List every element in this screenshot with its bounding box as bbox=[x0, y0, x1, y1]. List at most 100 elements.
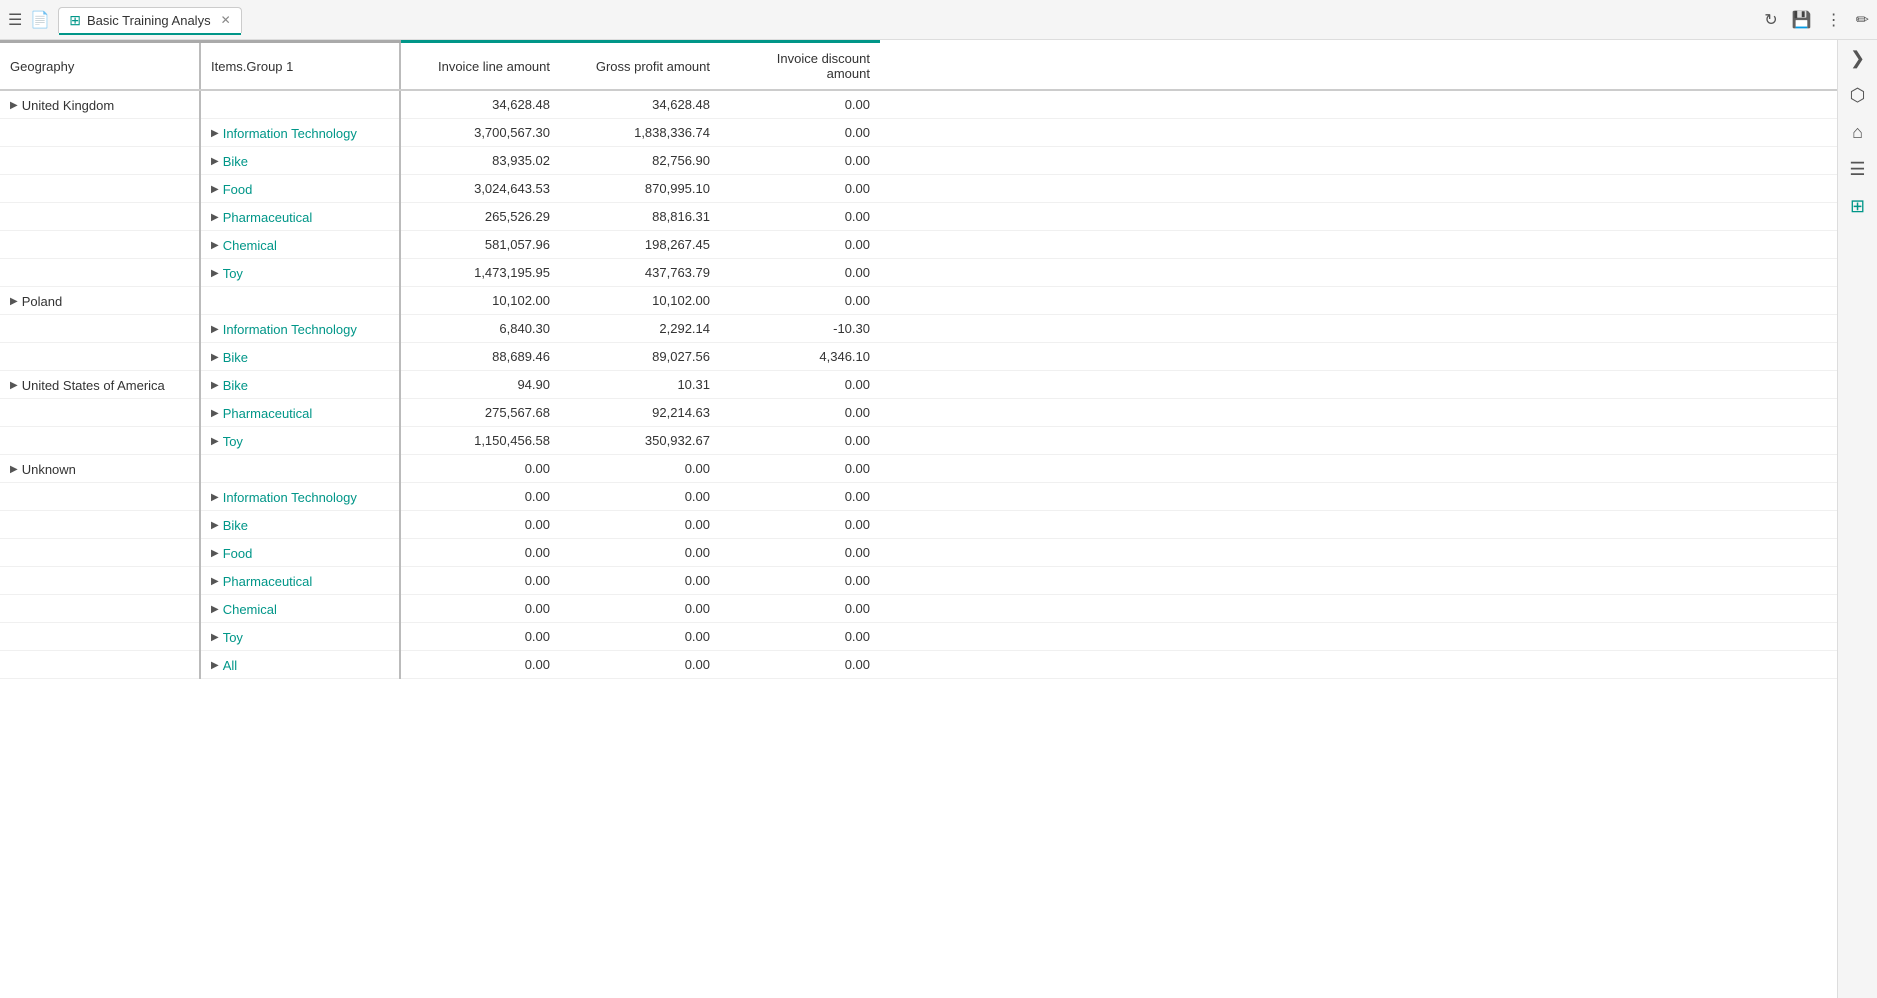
grp-label-link[interactable]: Information Technology bbox=[223, 322, 357, 337]
grp-label-link[interactable]: Information Technology bbox=[223, 126, 357, 141]
cell-empty bbox=[880, 539, 1837, 567]
cell-items-group[interactable]: ▶ Toy bbox=[200, 623, 400, 651]
grp-label-link[interactable]: Chemical bbox=[223, 238, 277, 253]
grp-label-link[interactable]: Toy bbox=[223, 266, 243, 281]
grp-label-link[interactable]: Bike bbox=[223, 378, 248, 393]
save-icon[interactable]: 💾 bbox=[1792, 10, 1812, 30]
grp-label-link[interactable]: All bbox=[223, 658, 237, 673]
topbar-right: ↻ 💾 ⋮ ✏ bbox=[1764, 10, 1869, 30]
grp-expand-btn[interactable]: ▶ Bike bbox=[211, 518, 248, 533]
grp-label-link[interactable]: Bike bbox=[223, 350, 248, 365]
grp-label-link[interactable]: Pharmaceutical bbox=[223, 406, 313, 421]
cell-invoice-line: 1,150,456.58 bbox=[400, 427, 560, 455]
cell-invoice-discount: 0.00 bbox=[720, 203, 880, 231]
cell-items-group[interactable]: ▶ Toy bbox=[200, 427, 400, 455]
tab-close-button[interactable]: ✕ bbox=[221, 13, 231, 27]
cell-items-group[interactable]: ▶ Chemical bbox=[200, 231, 400, 259]
expand-arrow-icon: ▶ bbox=[211, 212, 219, 223]
grp-label-link[interactable]: Chemical bbox=[223, 602, 277, 617]
grp-label-link[interactable]: Toy bbox=[223, 630, 243, 645]
cell-gross-profit: 82,756.90 bbox=[560, 147, 720, 175]
grp-expand-btn[interactable]: ▶ Toy bbox=[211, 630, 243, 645]
list-icon[interactable]: ☰ bbox=[1849, 159, 1865, 180]
grp-expand-btn[interactable]: ▶ Bike bbox=[211, 378, 248, 393]
table-row: ▶ Information Technology0.000.000.00 bbox=[0, 483, 1837, 511]
cell-geography[interactable]: ▶ Poland bbox=[0, 287, 200, 315]
cell-invoice-line: 1,473,195.95 bbox=[400, 259, 560, 287]
more-options-icon[interactable]: ⋮ bbox=[1826, 10, 1842, 30]
cell-empty bbox=[880, 427, 1837, 455]
cell-items-group[interactable]: ▶ All bbox=[200, 651, 400, 679]
geo-expand-btn[interactable]: ▶ United States of America bbox=[10, 378, 165, 393]
table-row: ▶ Toy1,473,195.95437,763.790.00 bbox=[0, 259, 1837, 287]
cell-items-group[interactable]: ▶ Information Technology bbox=[200, 119, 400, 147]
cell-items-group[interactable]: ▶ Bike bbox=[200, 147, 400, 175]
grp-expand-btn[interactable]: ▶ Toy bbox=[211, 266, 243, 281]
cell-items-group[interactable]: ▶ Pharmaceutical bbox=[200, 203, 400, 231]
cell-items-group[interactable]: ▶ Food bbox=[200, 539, 400, 567]
grp-label-link[interactable]: Pharmaceutical bbox=[223, 210, 313, 225]
cell-items-group[interactable]: ▶ Chemical bbox=[200, 595, 400, 623]
cell-geography[interactable]: ▶ Unknown bbox=[0, 455, 200, 483]
cell-invoice-line: 34,628.48 bbox=[400, 90, 560, 119]
cell-geography[interactable]: ▶ United States of America bbox=[0, 371, 200, 399]
cell-items-group[interactable]: ▶ Bike bbox=[200, 511, 400, 539]
cell-items-group[interactable]: ▶ Pharmaceutical bbox=[200, 399, 400, 427]
expand-arrow-icon: ▶ bbox=[211, 632, 219, 643]
grp-expand-btn[interactable]: ▶ All bbox=[211, 658, 237, 673]
grp-expand-btn[interactable]: ▶ Pharmaceutical bbox=[211, 574, 312, 589]
table-row: ▶ Unknown0.000.000.00 bbox=[0, 455, 1837, 483]
grp-label-link[interactable]: Information Technology bbox=[223, 490, 357, 505]
grp-label-link[interactable]: Food bbox=[223, 182, 253, 197]
collapse-panel-icon[interactable]: ❯ bbox=[1850, 48, 1865, 69]
geo-expand-btn[interactable]: ▶ Poland bbox=[10, 294, 62, 309]
cell-gross-profit: 89,027.56 bbox=[560, 343, 720, 371]
cell-items-group[interactable]: ▶ Information Technology bbox=[200, 483, 400, 511]
menu-icon[interactable]: ☰ bbox=[8, 10, 22, 30]
grp-expand-btn[interactable]: ▶ Bike bbox=[211, 350, 248, 365]
grp-label-link[interactable]: Food bbox=[223, 546, 253, 561]
grp-expand-btn[interactable]: ▶ Chemical bbox=[211, 602, 277, 617]
cell-geography bbox=[0, 259, 200, 287]
cell-items-group[interactable]: ▶ Food bbox=[200, 175, 400, 203]
refresh-icon[interactable]: ↻ bbox=[1764, 10, 1777, 30]
grp-expand-btn[interactable]: ▶ Food bbox=[211, 546, 252, 561]
cell-gross-profit: 1,838,336.74 bbox=[560, 119, 720, 147]
cell-invoice-discount: 0.00 bbox=[720, 567, 880, 595]
cell-geography bbox=[0, 231, 200, 259]
grp-expand-btn[interactable]: ▶ Pharmaceutical bbox=[211, 406, 312, 421]
active-tab[interactable]: ⊞ Basic Training Analys ✕ bbox=[58, 7, 241, 33]
grp-expand-btn[interactable]: ▶ Information Technology bbox=[211, 490, 357, 505]
edit-icon[interactable]: ✏ bbox=[1856, 10, 1869, 30]
cell-gross-profit: 10,102.00 bbox=[560, 287, 720, 315]
cube-icon[interactable]: ⬡ bbox=[1850, 85, 1866, 106]
grid-view-icon[interactable]: ⊞ bbox=[1850, 196, 1865, 217]
cell-invoice-line: 94.90 bbox=[400, 371, 560, 399]
grp-expand-btn[interactable]: ▶ Chemical bbox=[211, 238, 277, 253]
grp-label-link[interactable]: Pharmaceutical bbox=[223, 574, 313, 589]
grp-expand-btn[interactable]: ▶ Toy bbox=[211, 434, 243, 449]
geo-expand-btn[interactable]: ▶ United Kingdom bbox=[10, 98, 114, 113]
grp-expand-btn[interactable]: ▶ Food bbox=[211, 182, 252, 197]
grp-expand-btn[interactable]: ▶ Pharmaceutical bbox=[211, 210, 312, 225]
cell-empty bbox=[880, 567, 1837, 595]
table-row: ▶ United Kingdom34,628.4834,628.480.00 bbox=[0, 90, 1837, 119]
cell-items-group[interactable]: ▶ Bike bbox=[200, 343, 400, 371]
cell-items-group[interactable]: ▶ Information Technology bbox=[200, 315, 400, 343]
grp-label-link[interactable]: Bike bbox=[223, 518, 248, 533]
table-container[interactable]: Geography Items.Group 1 Invoice line amo… bbox=[0, 40, 1837, 998]
grp-expand-btn[interactable]: ▶ Information Technology bbox=[211, 126, 357, 141]
grp-expand-btn[interactable]: ▶ Bike bbox=[211, 154, 248, 169]
cell-items-group[interactable]: ▶ Bike bbox=[200, 371, 400, 399]
cell-invoice-line: 275,567.68 bbox=[400, 399, 560, 427]
cell-geography[interactable]: ▶ United Kingdom bbox=[0, 90, 200, 119]
tab-title: Basic Training Analys bbox=[87, 13, 211, 28]
grp-label-link[interactable]: Toy bbox=[223, 434, 243, 449]
home-icon[interactable]: ⌂ bbox=[1852, 122, 1863, 143]
grp-label-link[interactable]: Bike bbox=[223, 154, 248, 169]
cell-items-group[interactable]: ▶ Pharmaceutical bbox=[200, 567, 400, 595]
cell-items-group[interactable]: ▶ Toy bbox=[200, 259, 400, 287]
geo-expand-btn[interactable]: ▶ Unknown bbox=[10, 462, 76, 477]
cell-geography bbox=[0, 147, 200, 175]
grp-expand-btn[interactable]: ▶ Information Technology bbox=[211, 322, 357, 337]
